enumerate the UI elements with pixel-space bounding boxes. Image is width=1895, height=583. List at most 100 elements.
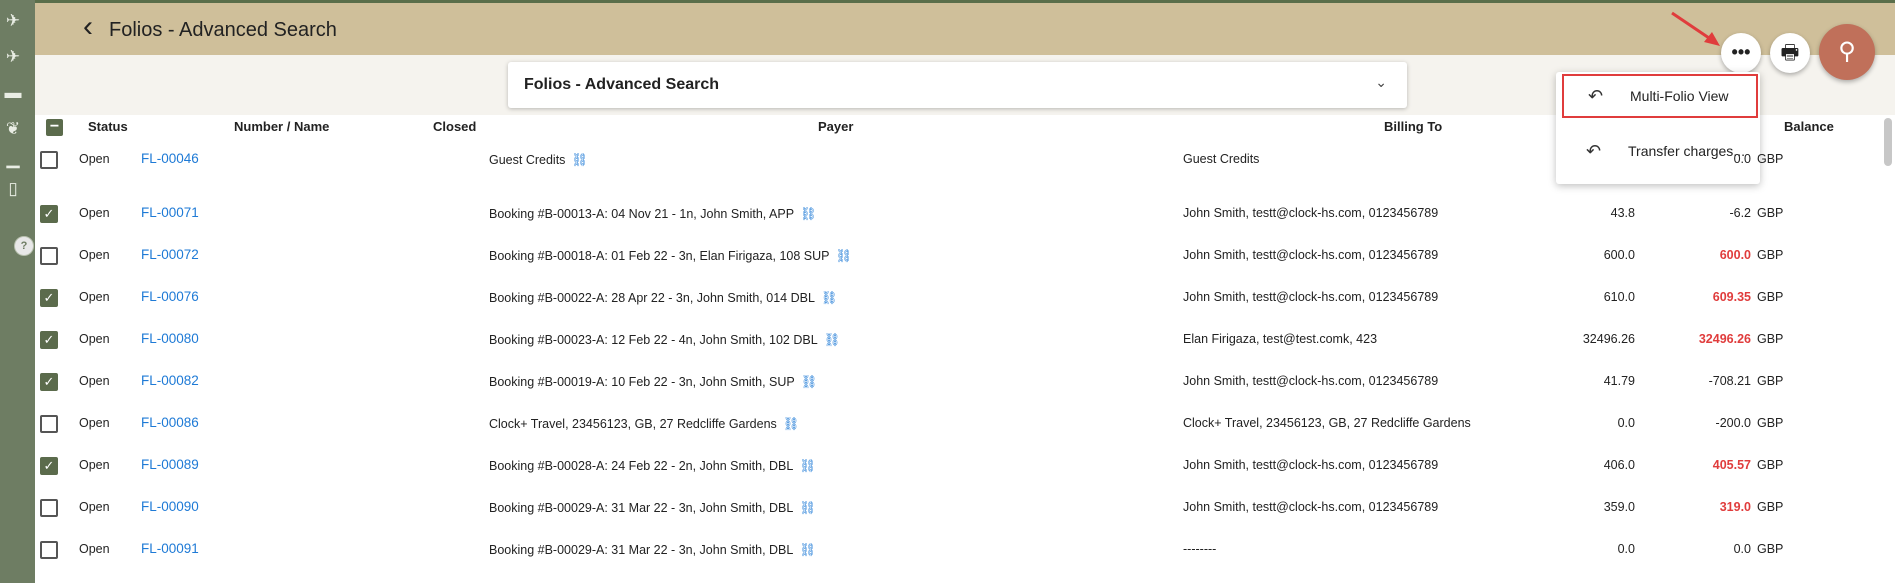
table-row[interactable]: Open FL-00086 Clock+ Travel, 23456123, GB,… [35,403,1885,445]
more-options-button[interactable]: ••• [1721,33,1761,73]
row-checkbox[interactable] [40,151,58,169]
link-icon[interactable]: ⛓ [801,374,818,389]
print-button[interactable]: 🖶 [1770,33,1810,73]
column-header-status[interactable]: Status [88,119,128,134]
table-row[interactable]: ✓ Open FL-00076 Booking #B-00022-A: 28 Apr … [35,277,1885,319]
table-row[interactable]: ✓ Open FL-00089 Booking #B-00028-A: 24 Feb … [35,445,1885,487]
folio-number-link[interactable]: FL-00082 [141,373,199,388]
amount-text: 41.79 [1603,374,1635,388]
row-checkbox[interactable]: ✓ [40,289,58,307]
table-row[interactable]: ✓ Open FL-00071 Booking #B-00013-A: 04 Nov … [35,193,1885,235]
link-icon[interactable]: ⛓ [571,152,588,167]
billing-to-text: John Smith, testt@clock-hs.com, 01234567… [1183,374,1439,388]
row-checkbox[interactable] [40,499,58,517]
scrollbar[interactable] [1884,118,1892,166]
link-icon[interactable]: ⛓ [799,458,816,473]
payer-text: Booking #B-00018-A: 01 Feb 22 - 3n, Elan… [489,248,852,263]
table-row[interactable]: ✓ Open FL-00082 Booking #B-00019-A: 10 Feb … [35,361,1885,403]
amount-text: 43.8 [1610,206,1635,220]
column-header-balance[interactable]: Balance [1784,119,1834,134]
billing-to-text: John Smith, testt@clock-hs.com, 01234567… [1183,500,1439,514]
table-row[interactable]: Open FL-00046 Guest Credits ⛓ Guest Credits 0… [35,139,1885,181]
billing-to-text: John Smith, testt@clock-hs.com, 01234567… [1183,290,1439,304]
advanced-search-panel[interactable]: Folios - Advanced Search ⌄ [508,62,1407,108]
search-button[interactable]: ⚲ [1819,24,1875,80]
balance-value: 32496.26 [1698,332,1751,346]
column-header-closed[interactable]: Closed [433,119,476,134]
chevron-down-icon[interactable]: ⌄ [1375,74,1387,91]
payer-text: Booking #B-00023-A: 12 Feb 22 - 4n, John… [489,332,841,347]
billing-to-text: John Smith, testt@clock-hs.com, 01234567… [1183,248,1439,262]
printer-icon: 🖶 [1780,42,1800,64]
column-header-number-name[interactable]: Number / Name [234,119,329,134]
amount-text: 406.0 [1603,458,1635,472]
payer-text: Booking #B-00029-A: 31 Mar 22 - 3n, John… [489,500,816,515]
amount-text: 600.0 [1603,248,1635,262]
search-panel-title: Folios - Advanced Search [524,76,720,93]
currency-text: GBP [1757,374,1784,388]
row-checkbox[interactable]: ✓ [40,205,58,223]
payer-text: Clock+ Travel, 23456123, GB, 27 Redcliff… [489,416,800,431]
housekeeping-icon[interactable]: ▁ [0,148,26,170]
folio-number-link[interactable]: FL-00071 [141,205,199,220]
currency-text: GBP [1757,152,1784,166]
table-row[interactable]: Open FL-00072 Booking #B-00018-A: 01 Feb 2… [35,235,1885,277]
link-icon[interactable]: ⛓ [783,416,800,431]
menu-item-multi-folio-view[interactable]: ↶ Multi-Folio View [1562,74,1758,118]
document-icon[interactable]: ▯ [0,178,26,200]
folio-number-link[interactable]: FL-00046 [141,151,199,166]
currency-text: GBP [1757,542,1784,556]
folio-number-link[interactable]: FL-00086 [141,415,199,430]
departures-icon[interactable]: ✈ [0,46,26,68]
row-checkbox[interactable] [40,541,58,559]
table-header: − Status Number / Name Closed Payer Bill… [35,115,1885,137]
billing-to-text: John Smith, testt@clock-hs.com, 01234567… [1183,206,1439,220]
folios-table: − Status Number / Name Closed Payer Bill… [35,115,1885,583]
folio-number-link[interactable]: FL-00089 [141,457,199,472]
folio-number-link[interactable]: FL-00072 [141,247,199,262]
payer-text: Booking #B-00028-A: 24 Feb 22 - 2n, John… [489,458,816,473]
link-icon[interactable]: ⛓ [799,500,816,515]
table-row[interactable]: Open FL-00090 Booking #B-00029-A: 31 Mar 2… [35,487,1885,529]
folio-number-link[interactable]: FL-00090 [141,499,199,514]
link-icon[interactable]: ⛓ [799,542,816,557]
row-checkbox[interactable] [40,247,58,265]
amount-text: 359.0 [1603,500,1635,514]
select-all-checkbox[interactable]: − [46,119,63,136]
folio-number-link[interactable]: FL-00091 [141,541,199,556]
amount-text: 32496.26 [1582,332,1635,346]
leaf-icon[interactable]: ❦ [0,118,26,140]
undo-icon: ↶ [1588,86,1604,106]
row-checkbox[interactable]: ✓ [40,373,58,391]
currency-text: GBP [1757,206,1784,220]
link-icon[interactable]: ⛓ [824,332,841,347]
status-text: Open [79,248,110,262]
balance-value: -708.21 [1708,374,1751,388]
row-checkbox[interactable]: ✓ [40,457,58,475]
back-arrow-icon[interactable]: ‹ [83,9,93,45]
currency-text: GBP [1757,416,1784,430]
page-title: Folios - Advanced Search [109,19,337,41]
amount-text: 0.0 [1617,416,1635,430]
arrivals-icon[interactable]: ✈ [0,10,26,32]
column-header-payer[interactable]: Payer [818,119,853,134]
row-checkbox[interactable] [40,415,58,433]
column-header-billing-to[interactable]: Billing To [1384,119,1442,134]
table-row[interactable]: Open FL-00091 Booking #B-00029-A: 31 Mar 2… [35,529,1885,571]
link-icon[interactable]: ⛓ [835,248,852,263]
table-row[interactable]: ✓ Open FL-00080 Booking #B-00023-A: 12 Feb … [35,319,1885,361]
folio-number-link[interactable]: FL-00080 [141,331,199,346]
menu-item-label: Multi-Folio View [1630,88,1729,104]
folio-number-link[interactable]: FL-00076 [141,289,199,304]
currency-text: GBP [1757,500,1784,514]
balance-value: 609.35 [1712,290,1751,304]
payer-text: Booking #B-00022-A: 28 Apr 22 - 3n, John… [489,290,838,305]
bed-icon[interactable]: ▬ [0,82,26,104]
row-checkbox[interactable]: ✓ [40,331,58,349]
link-icon[interactable]: ⛓ [821,290,838,305]
help-icon[interactable]: ? [14,236,34,256]
currency-text: GBP [1757,290,1784,304]
balance-value: 0.0 [1733,542,1751,556]
link-icon[interactable]: ⛓ [800,206,817,221]
more-horizontal-icon: ••• [1731,42,1751,62]
